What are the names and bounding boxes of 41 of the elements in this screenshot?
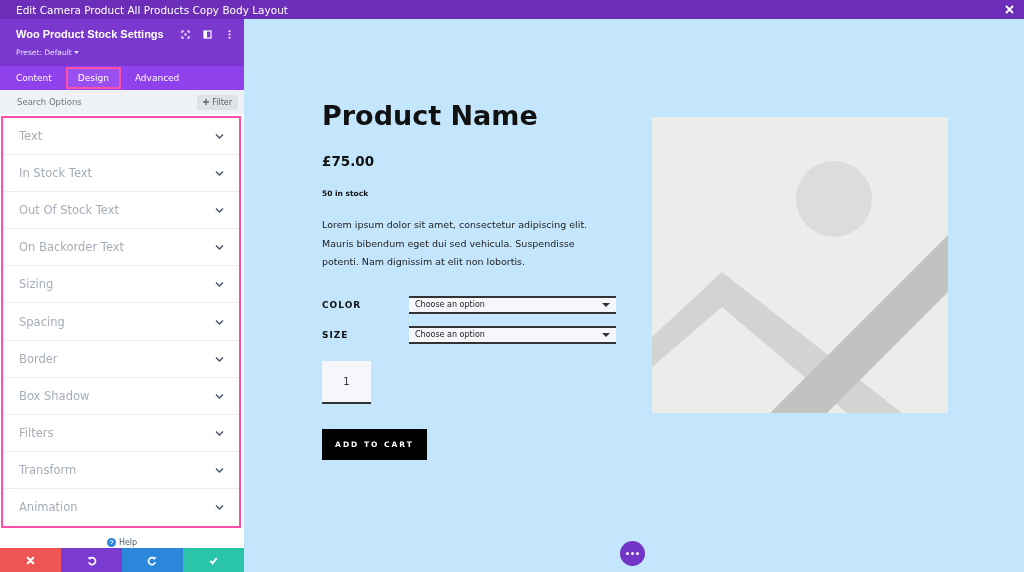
plus-icon <box>203 99 210 105</box>
chevron-icon <box>215 281 224 288</box>
tab[interactable]: Content <box>6 66 62 90</box>
option-dropdown[interactable]: Choose an option <box>409 295 616 314</box>
chevron-icon <box>215 392 224 399</box>
undo-icon <box>86 554 97 566</box>
chevron-icon <box>215 207 224 214</box>
chevron-icon <box>215 170 224 177</box>
caret-icon <box>73 51 79 54</box>
chevron-icon <box>215 318 224 325</box>
sidebar-toggle-icon[interactable] <box>203 30 212 39</box>
close-icon[interactable] <box>1005 5 1014 14</box>
discard-button[interactable] <box>0 548 61 572</box>
dropdown-arrow-icon <box>602 332 610 337</box>
tab[interactable]: Advanced <box>124 66 190 90</box>
chevron-icon <box>215 466 224 473</box>
product-price: £75.00 <box>322 153 375 169</box>
product-description: Lorem ipsum dolor sit amet, consectetur adipiscing elit. Mauris bibendum eget dui sed vehicula. Suspendisse potenti. Nam dignissim at elit non lobortis. <box>322 218 589 269</box>
tab[interactable]: Design <box>65 67 121 89</box>
chevron-icon <box>215 244 224 251</box>
quantity-field[interactable]: 1 <box>322 360 371 404</box>
undo-button[interactable] <box>61 548 122 572</box>
help-icon[interactable] <box>106 538 116 547</box>
help-link[interactable]: Help <box>118 538 138 547</box>
window-title: Edit Camera Product All Products Copy Body Layout <box>16 3 288 16</box>
more-button[interactable] <box>620 541 645 566</box>
filter-button[interactable]: Filter <box>197 94 238 110</box>
panel-title: Woo Product Stock Settings <box>16 28 164 40</box>
attribute-label: COLOR <box>322 299 363 310</box>
attribute-label: SIZE <box>322 329 350 340</box>
chevron-icon <box>215 429 224 436</box>
search-field[interactable]: Search Options <box>17 97 157 107</box>
chevron-icon <box>215 504 224 511</box>
chevron-icon <box>215 133 224 140</box>
discard-icon <box>25 554 36 566</box>
dropdown-arrow-icon <box>602 302 610 307</box>
option-dropdown[interactable]: Choose an option <box>409 325 616 344</box>
expand-icon[interactable] <box>181 30 190 39</box>
product-name: Product Name <box>322 101 538 131</box>
redo-icon <box>147 554 158 566</box>
chevron-icon <box>215 355 224 362</box>
